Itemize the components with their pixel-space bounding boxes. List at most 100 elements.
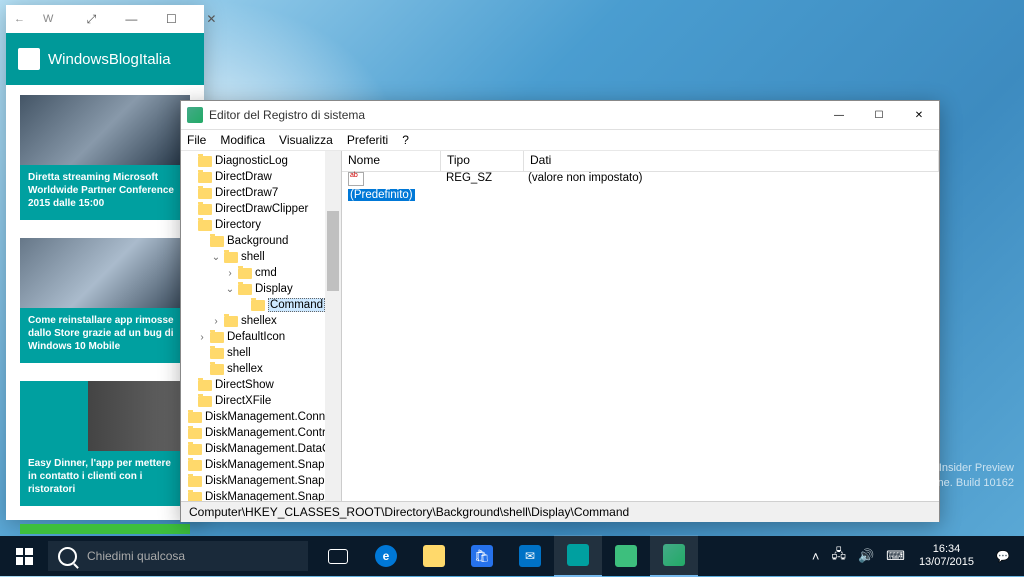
app-titlebar[interactable]: ← W ⤢ — ☐ ✕: [6, 5, 204, 33]
menu-favorites[interactable]: Preferiti: [347, 133, 388, 147]
folder-icon: [210, 364, 224, 375]
tree-item[interactable]: DiskManagement.Connection: [181, 409, 325, 425]
folder-icon: [188, 492, 202, 502]
edge-icon: e: [375, 545, 397, 567]
minimize-button[interactable]: —: [819, 101, 859, 129]
taskbar-app2[interactable]: [602, 536, 650, 576]
folder-icon: [423, 545, 445, 567]
folder-icon: [188, 428, 202, 439]
tree-label: DirectDraw: [215, 171, 272, 183]
tree-item[interactable]: Command: [181, 297, 325, 313]
tree-item[interactable]: DiskManagement.Control: [181, 425, 325, 441]
tree-item[interactable]: DirectShow: [181, 377, 325, 393]
app-logo-icon: [18, 48, 40, 70]
close-button[interactable]: ✕: [191, 5, 231, 33]
menu-file[interactable]: File: [187, 133, 206, 147]
tile-text: Come reinstallare app rimosse dallo Stor…: [20, 308, 190, 363]
menu-view[interactable]: Visualizza: [279, 133, 333, 147]
system-tray: ˄ 🖧 🔊 ⌨ 16:34 13/07/2015 💬: [806, 536, 1024, 576]
fullscreen-button[interactable]: ⤢: [71, 5, 111, 33]
task-view-button[interactable]: [314, 536, 362, 576]
menu-help[interactable]: ?: [402, 133, 409, 147]
tree-item[interactable]: DiskManagement.SnapInAbout: [181, 473, 325, 489]
tree-item[interactable]: ›shellex: [181, 313, 325, 329]
taskbar-app[interactable]: [554, 535, 602, 577]
mail-icon: ✉: [519, 545, 541, 567]
tree-item[interactable]: ⌄Display: [181, 281, 325, 297]
col-name[interactable]: Nome: [342, 151, 441, 171]
taskbar-outlook[interactable]: ✉: [506, 536, 554, 576]
tree-item[interactable]: DirectDraw7: [181, 185, 325, 201]
maximize-button[interactable]: ☐: [859, 101, 899, 129]
tree-item[interactable]: DirectDrawClipper: [181, 201, 325, 217]
status-path: Computer\HKEY_CLASSES_ROOT\Directory\Bac…: [189, 505, 629, 519]
tree-item[interactable]: DirectXFile: [181, 393, 325, 409]
tree-item[interactable]: DiskManagement.SnapInComponent: [181, 489, 325, 501]
action-center-button[interactable]: 💬: [982, 536, 1024, 576]
tree-item[interactable]: ›cmd: [181, 265, 325, 281]
tree-item[interactable]: ›DefaultIcon: [181, 329, 325, 345]
tree-item[interactable]: DiskManagement.SnapIn: [181, 457, 325, 473]
search-box[interactable]: Chiedimi qualcosa: [48, 541, 308, 571]
expander-icon[interactable]: ›: [225, 268, 235, 279]
news-tile[interactable]: Diretta streaming Microsoft Worldwide Pa…: [20, 95, 190, 220]
value-data: (valore non impostato): [522, 172, 939, 188]
scrollbar[interactable]: [325, 151, 341, 501]
tree-item[interactable]: shell: [181, 345, 325, 361]
string-value-icon: [348, 172, 364, 186]
tree-item[interactable]: ⌄shell: [181, 249, 325, 265]
menu-edit[interactable]: Modifica: [220, 133, 265, 147]
folder-icon: [188, 412, 202, 423]
expander-icon[interactable]: ⌄: [211, 252, 221, 263]
maximize-button[interactable]: ☐: [151, 5, 191, 33]
app-header: WindowsBlogItalia: [6, 33, 204, 85]
expander-icon[interactable]: ⌄: [225, 284, 235, 295]
taskbar-regedit[interactable]: [650, 535, 698, 577]
taskbar-explorer[interactable]: [410, 536, 458, 576]
tray-expand-icon[interactable]: ˄: [806, 549, 826, 564]
tree-item[interactable]: DiagnosticLog: [181, 153, 325, 169]
tree-item[interactable]: DiskManagement.DataObject: [181, 441, 325, 457]
windows-logo-icon: [16, 548, 33, 565]
app-body[interactable]: Diretta streaming Microsoft Worldwide Pa…: [6, 85, 204, 562]
taskbar-clock[interactable]: 16:34 13/07/2015: [911, 543, 982, 569]
taskbar-edge[interactable]: e: [362, 536, 410, 576]
regedit-icon: [663, 544, 685, 566]
folder-icon: [224, 252, 238, 263]
app-title: WindowsBlogItalia: [48, 51, 171, 68]
start-button[interactable]: [0, 536, 48, 576]
expander-icon[interactable]: ›: [197, 332, 207, 343]
col-data[interactable]: Dati: [524, 151, 939, 171]
tree-item[interactable]: DirectDraw: [181, 169, 325, 185]
tree-item[interactable]: Background: [181, 233, 325, 249]
menu-bar: File Modifica Visualizza Preferiti ?: [181, 130, 939, 151]
task-view-icon: [328, 549, 348, 564]
clock-date: 13/07/2015: [919, 556, 974, 569]
values-panel[interactable]: Nome Tipo Dati (Predefinito) REG_SZ (val…: [342, 151, 939, 501]
titlebar-back-icon[interactable]: ←: [14, 13, 25, 25]
tree-label: DiagnosticLog: [215, 155, 288, 167]
network-icon[interactable]: 🖧: [825, 545, 852, 567]
news-tile[interactable]: [20, 524, 190, 534]
news-tile[interactable]: Easy Dinner, l'app per mettere in contat…: [20, 381, 190, 506]
language-icon[interactable]: ⌨: [880, 548, 911, 564]
close-button[interactable]: ✕: [899, 101, 939, 129]
tree-label: shell: [227, 347, 251, 359]
scrollbar-thumb[interactable]: [327, 211, 339, 291]
tree-panel[interactable]: DiagnosticLogDirectDrawDirectDraw7Direct…: [181, 151, 342, 501]
folder-icon: [198, 220, 212, 231]
col-type[interactable]: Tipo: [441, 151, 524, 171]
value-name: (Predefinito): [348, 189, 415, 201]
folder-icon: [198, 172, 212, 183]
volume-icon[interactable]: 🔊: [852, 548, 880, 564]
minimize-button[interactable]: —: [111, 5, 151, 33]
value-row[interactable]: (Predefinito) REG_SZ (valore non imposta…: [342, 172, 939, 188]
app-icon: [567, 544, 589, 566]
tree-item[interactable]: Directory: [181, 217, 325, 233]
regedit-titlebar[interactable]: Editor del Registro di sistema — ☐ ✕: [181, 101, 939, 130]
taskbar-store[interactable]: 🛍: [458, 536, 506, 576]
news-tile[interactable]: Come reinstallare app rimosse dallo Stor…: [20, 238, 190, 363]
tree-item[interactable]: shellex: [181, 361, 325, 377]
expander-icon[interactable]: ›: [211, 316, 221, 327]
folder-icon: [198, 188, 212, 199]
